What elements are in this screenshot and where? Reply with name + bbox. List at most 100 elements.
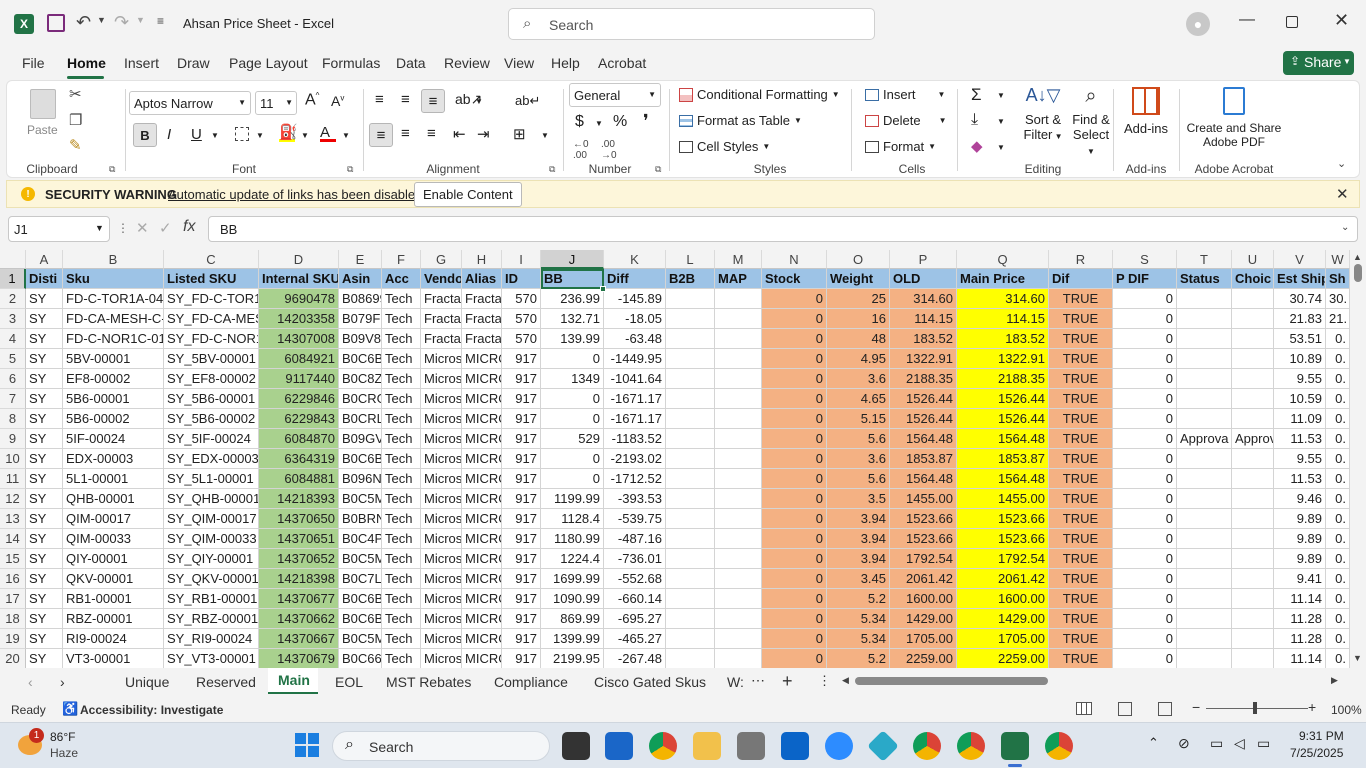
table-cell[interactable]: SY_QIM-00017 [164,509,259,529]
table-cell[interactable]: -2193.02 [604,449,666,469]
sheet-tab-compliance[interactable]: Compliance [494,674,568,690]
tab-review[interactable]: Review [444,55,490,71]
table-cell[interactable]: 917 [502,429,541,449]
col-w-header[interactable]: W [1326,250,1350,269]
table-cell[interactable]: 1564.48 [890,469,957,489]
table-cell[interactable]: 529 [541,429,604,449]
header-cell[interactable]: Alias [462,269,502,289]
taskbar-search[interactable]: ⌕ Search [332,731,550,761]
table-cell[interactable]: -465.27 [604,629,666,649]
row-header[interactable]: 16 [0,569,26,589]
table-cell[interactable] [1232,589,1274,609]
table-cell[interactable]: 1792.54 [890,549,957,569]
table-cell[interactable]: 5.6 [827,469,890,489]
borders-icon[interactable] [235,127,249,141]
table-cell[interactable]: 1853.87 [890,449,957,469]
table-cell[interactable]: TRUE [1049,409,1113,429]
undo-dropdown-icon[interactable]: ▼ [97,15,106,25]
table-cell[interactable]: 1224.4 [541,549,604,569]
table-cell[interactable]: 5.15 [827,409,890,429]
cut-icon[interactable]: ✂ [69,85,82,103]
table-cell[interactable] [1232,469,1274,489]
table-cell[interactable]: SY_QHB-00001 [164,489,259,509]
table-cell[interactable]: 1564.48 [890,429,957,449]
table-cell[interactable]: 4.65 [827,389,890,409]
col-m-header[interactable]: M [715,250,762,269]
table-cell[interactable]: RI9-00024 [63,629,164,649]
table-cell[interactable]: Tech [382,509,421,529]
table-cell[interactable] [666,369,715,389]
table-cell[interactable]: SY [26,449,63,469]
align-top-icon[interactable]: ≡ [375,91,384,108]
row-header[interactable]: 7 [0,389,26,409]
table-cell[interactable]: Micros [421,389,462,409]
row-header[interactable]: 12 [0,489,26,509]
table-cell[interactable]: B0BRN [339,509,382,529]
table-cell[interactable]: Tech [382,349,421,369]
table-cell[interactable]: TRUE [1049,369,1113,389]
fill-handle[interactable] [600,286,606,292]
table-cell[interactable]: 0. [1326,529,1350,549]
decrease-indent-icon[interactable]: ⇤ [453,125,466,143]
table-cell[interactable]: 1322.91 [890,349,957,369]
vertical-scrollbar[interactable]: ▲ ▼ [1350,250,1366,668]
table-cell[interactable]: 11.28 [1274,629,1326,649]
table-cell[interactable]: B0C5M [339,489,382,509]
table-cell[interactable] [1177,449,1232,469]
table-cell[interactable]: MICRO [462,389,502,409]
table-cell[interactable]: FD-C-NOR1C-01 [63,329,164,349]
table-cell[interactable]: B0CRGI [339,389,382,409]
table-cell[interactable]: QIM-00033 [63,529,164,549]
orientation-chevron-icon[interactable]: ▼ [475,97,483,106]
table-cell[interactable]: EDX-00003 [63,449,164,469]
table-cell[interactable]: SY [26,429,63,449]
scroll-down-icon[interactable]: ▼ [1353,653,1362,663]
tab-data[interactable]: Data [396,55,426,71]
table-cell[interactable]: 5BV-00001 [63,349,164,369]
table-cell[interactable]: SY [26,629,63,649]
table-cell[interactable]: 1180.99 [541,529,604,549]
tab-draw[interactable]: Draw [177,55,210,71]
table-cell[interactable]: FD-C-TOR1A-04 [63,289,164,309]
table-cell[interactable]: 21.83 [1274,309,1326,329]
table-cell[interactable]: 14370677 [259,589,339,609]
table-cell[interactable]: 0 [541,449,604,469]
normal-view-icon[interactable] [1076,702,1092,715]
table-cell[interactable]: 0 [1113,309,1177,329]
battery-icon[interactable]: ▭ [1257,735,1270,752]
table-cell[interactable]: Micros [421,369,462,389]
table-cell[interactable]: 9.55 [1274,369,1326,389]
zoom-in-icon[interactable]: + [1308,699,1316,715]
horizontal-scrollbar[interactable]: ◀ ▶ [840,674,1342,688]
close-window-icon[interactable]: ✕ [1334,10,1349,31]
zoom-app-icon[interactable] [825,732,853,760]
tab-options-icon[interactable]: ⋮ [818,673,831,689]
table-cell[interactable] [715,349,762,369]
table-cell[interactable]: Fracta [421,329,462,349]
table-cell[interactable] [666,389,715,409]
cancel-formula-icon[interactable]: ✕ [136,219,149,237]
table-cell[interactable]: 917 [502,529,541,549]
col-b-header[interactable]: B [63,250,164,269]
table-cell[interactable]: 6084870 [259,429,339,449]
table-cell[interactable] [666,509,715,529]
zoom-slider[interactable] [1206,708,1308,709]
table-cell[interactable]: B0C5M [339,549,382,569]
table-cell[interactable]: Tech [382,409,421,429]
outlook-icon[interactable] [781,732,809,760]
scroll-right-icon[interactable]: ▶ [1331,675,1338,686]
table-cell[interactable] [715,489,762,509]
name-box[interactable]: J1 ▼ [8,216,110,242]
table-cell[interactable]: TRUE [1049,549,1113,569]
table-cell[interactable]: 9690478 [259,289,339,309]
table-cell[interactable]: 1853.87 [957,449,1049,469]
table-cell[interactable]: 14370651 [259,529,339,549]
table-cell[interactable]: Tech [382,389,421,409]
table-cell[interactable] [1232,569,1274,589]
table-cell[interactable]: 139.99 [541,329,604,349]
table-cell[interactable] [715,309,762,329]
table-cell[interactable]: Tech [382,589,421,609]
table-cell[interactable]: 0 [1113,449,1177,469]
table-cell[interactable]: -63.48 [604,329,666,349]
table-cell[interactable]: 1322.91 [957,349,1049,369]
